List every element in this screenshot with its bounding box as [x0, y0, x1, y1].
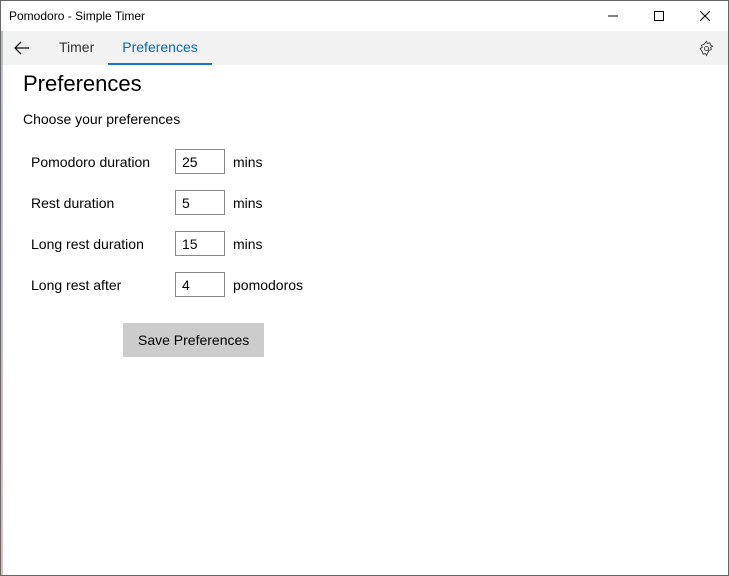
row-rest-duration: Rest duration mins — [31, 190, 706, 215]
tabs: Timer Preferences — [45, 31, 212, 65]
input-pomodoro-duration[interactable] — [175, 149, 225, 174]
maximize-button[interactable] — [636, 1, 682, 31]
row-pomodoro-duration: Pomodoro duration mins — [31, 149, 706, 174]
minimize-button[interactable] — [590, 1, 636, 31]
settings-button[interactable] — [690, 32, 722, 64]
tab-preferences[interactable]: Preferences — [108, 31, 211, 65]
unit-pomodoro-duration: mins — [233, 154, 263, 170]
tab-timer[interactable]: Timer — [45, 31, 108, 65]
arrow-left-icon — [13, 39, 31, 57]
window-controls — [590, 1, 728, 31]
unit-long-rest-after: pomodoros — [233, 277, 303, 293]
input-rest-duration[interactable] — [175, 190, 225, 215]
minimize-icon — [608, 11, 618, 21]
input-long-rest-after[interactable] — [175, 272, 225, 297]
content: Preferences Choose your preferences Pomo… — [1, 65, 728, 363]
titlebar: Pomodoro - Simple Timer — [1, 1, 728, 31]
input-long-rest-duration[interactable] — [175, 231, 225, 256]
label-long-rest-duration: Long rest duration — [31, 236, 175, 252]
row-long-rest-after: Long rest after pomodoros — [31, 272, 706, 297]
navbar: Timer Preferences — [1, 31, 728, 65]
label-pomodoro-duration: Pomodoro duration — [31, 154, 175, 170]
subtitle: Choose your preferences — [23, 111, 706, 127]
save-preferences-button[interactable]: Save Preferences — [123, 323, 264, 357]
maximize-icon — [654, 11, 664, 21]
window-title: Pomodoro - Simple Timer — [9, 9, 590, 23]
row-long-rest-duration: Long rest duration mins — [31, 231, 706, 256]
unit-long-rest-duration: mins — [233, 236, 263, 252]
gear-icon — [698, 40, 715, 57]
close-icon — [700, 11, 710, 21]
unit-rest-duration: mins — [233, 195, 263, 211]
label-rest-duration: Rest duration — [31, 195, 175, 211]
back-button[interactable] — [7, 33, 37, 63]
page-title: Preferences — [23, 71, 706, 97]
close-button[interactable] — [682, 1, 728, 31]
label-long-rest-after: Long rest after — [31, 277, 175, 293]
